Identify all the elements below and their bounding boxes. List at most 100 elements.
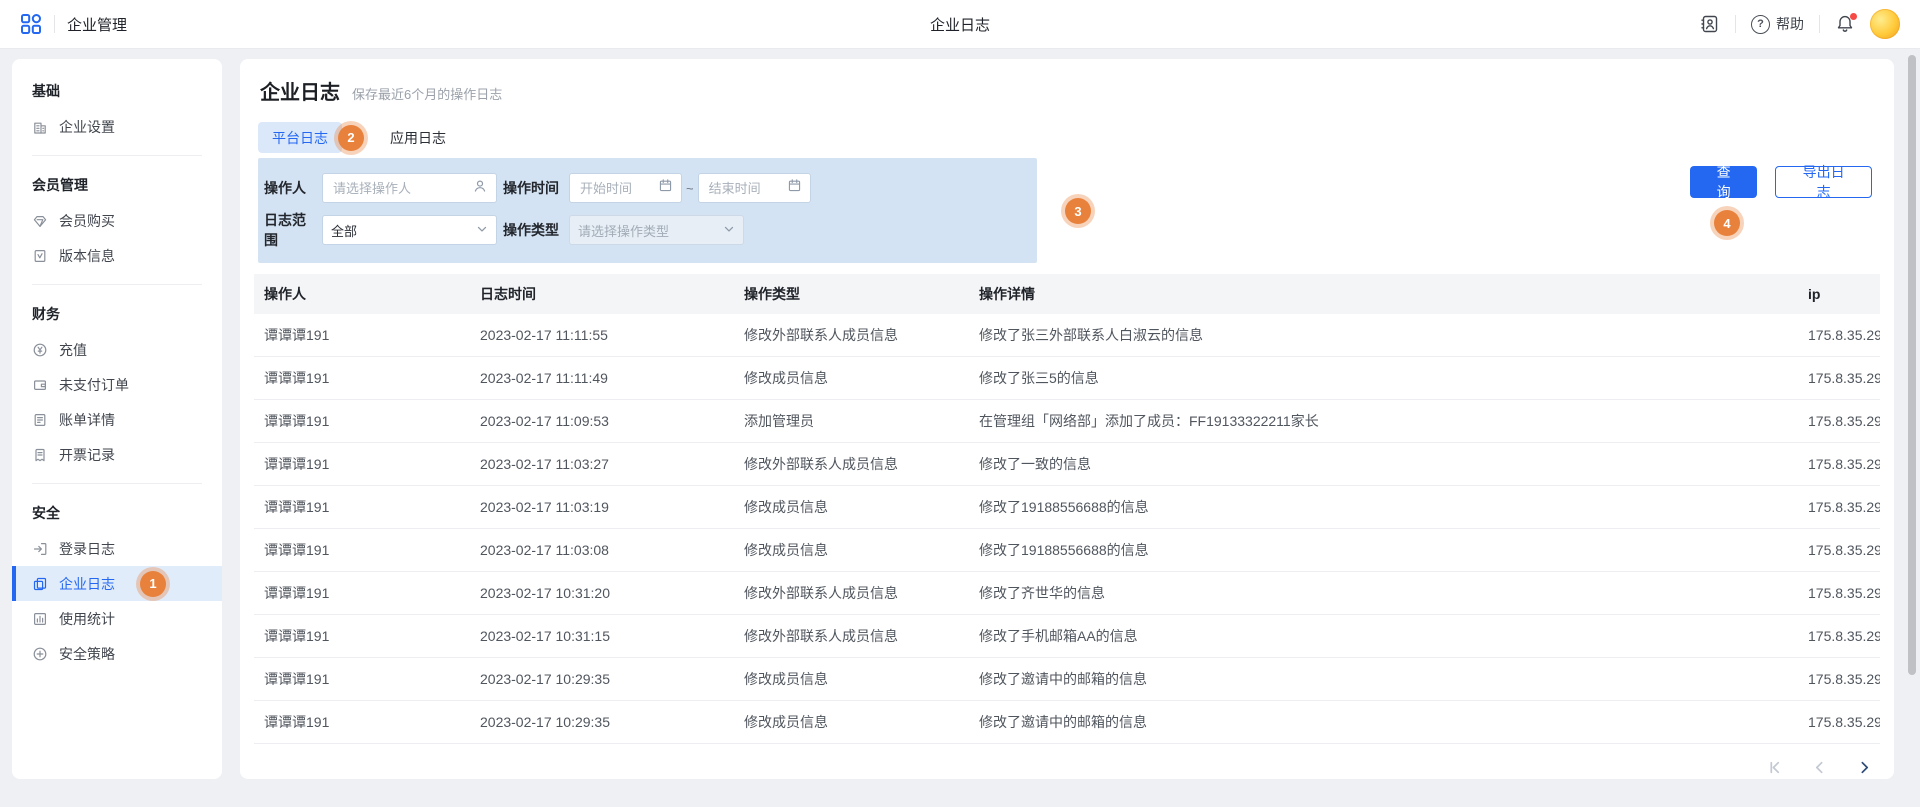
filter-section: 操作人 操作时间 ~	[258, 158, 1880, 258]
end-time-input[interactable]	[698, 173, 811, 203]
table-row: 谭谭谭1912023-02-17 11:11:49修改成员信息修改了张三5的信息…	[254, 357, 1880, 400]
cell-operator: 谭谭谭191	[254, 357, 470, 400]
annotation-badge-2: 2	[338, 125, 364, 151]
tab-platform-log[interactable]: 平台日志 2	[258, 122, 342, 153]
cell-log-time: 2023-02-17 10:31:15	[470, 615, 734, 658]
operation-type-select[interactable]: 请选择操作类型	[569, 215, 744, 245]
cell-operation-detail: 修改了齐世华的信息	[969, 572, 1798, 615]
help-button[interactable]: ? 帮助	[1751, 14, 1804, 34]
cell-ip: 175.8.35.29	[1798, 400, 1880, 443]
gem-icon	[32, 213, 48, 229]
filter-row-2: 日志范围 全部 操作类型 请选择操作类型	[264, 210, 1037, 250]
sidebar-item-label: 使用统计	[59, 609, 115, 629]
tab-app-log[interactable]: 应用日志	[376, 122, 460, 153]
sidebar-item-label: 企业日志	[59, 574, 115, 594]
cell-operation-type: 添加管理员	[734, 400, 969, 443]
sidebar-item-enterprise-log[interactable]: 企业日志 1	[12, 566, 222, 601]
chevron-down-icon	[476, 223, 488, 238]
cell-operation-type: 修改成员信息	[734, 357, 969, 400]
tab-label: 应用日志	[390, 128, 446, 148]
cell-operator: 谭谭谭191	[254, 615, 470, 658]
cell-operation-detail: 修改了邀请中的邮箱的信息	[969, 701, 1798, 744]
top-bar: 企业管理 企业日志 ? 帮助	[0, 0, 1920, 49]
range-separator: ~	[686, 181, 694, 196]
log-scope-select[interactable]: 全部	[322, 215, 497, 245]
version-icon	[32, 248, 48, 264]
type-label: 操作类型	[503, 220, 563, 240]
sidebar-item-label: 会员购买	[59, 211, 115, 231]
start-time-input[interactable]	[569, 173, 682, 203]
cell-ip: 175.8.35.29	[1798, 615, 1880, 658]
divider	[54, 15, 55, 33]
table-header-row: 操作人日志时间操作类型操作详情ip	[254, 274, 1880, 314]
calendar-icon	[787, 178, 802, 198]
sidebar-item-recharge[interactable]: 充值	[12, 332, 222, 367]
enterprise-log-icon	[32, 576, 48, 592]
main-title: 企业日志	[260, 76, 340, 105]
cell-ip: 175.8.35.29	[1798, 658, 1880, 701]
table-row: 谭谭谭1912023-02-17 10:31:15修改外部联系人成员信息修改了手…	[254, 615, 1880, 658]
cell-ip: 175.8.35.29	[1798, 314, 1880, 357]
sidebar-divider	[32, 155, 202, 156]
cell-operator: 谭谭谭191	[254, 486, 470, 529]
prev-page-button[interactable]	[1812, 760, 1827, 775]
end-time-field[interactable]	[707, 180, 781, 197]
operation-type-placeholder: 请选择操作类型	[578, 221, 669, 240]
table-row: 谭谭谭1912023-02-17 11:09:53添加管理员在管理组「网络部」添…	[254, 400, 1880, 443]
cell-log-time: 2023-02-17 11:03:27	[470, 443, 734, 486]
cell-operation-detail: 修改了19188556688的信息	[969, 486, 1798, 529]
content-layout: 基础企业设置会员管理会员购买版本信息财务充值未支付订单账单详情开票记录安全登录日…	[0, 49, 1920, 788]
cell-log-time: 2023-02-17 10:29:35	[470, 658, 734, 701]
sidebar-item-enterprise-settings[interactable]: 企业设置	[12, 109, 222, 144]
sidebar-item-usage-stats[interactable]: 使用统计	[12, 601, 222, 636]
cell-operation-detail: 修改了张三5的信息	[969, 357, 1798, 400]
divider	[1735, 15, 1736, 33]
sidebar-section-title: 安全	[12, 495, 222, 531]
cell-operation-detail: 修改了张三外部联系人白淑云的信息	[969, 314, 1798, 357]
login-log-icon	[32, 541, 48, 557]
topbar-left: 企业管理	[20, 13, 127, 35]
col-header-operation-detail: 操作详情	[969, 274, 1798, 314]
page-title: 企业日志	[930, 14, 990, 35]
question-circle-icon: ?	[1751, 15, 1770, 34]
log-table: 操作人日志时间操作类型操作详情ip 谭谭谭1912023-02-17 11:11…	[254, 274, 1880, 744]
window-scrollbar[interactable]	[1908, 55, 1916, 675]
annotation-badge-1: 1	[140, 571, 166, 597]
export-log-button[interactable]: 导出日志	[1775, 166, 1872, 198]
next-page-button[interactable]	[1857, 760, 1872, 775]
sidebar-item-version-info[interactable]: 版本信息	[12, 238, 222, 273]
recharge-icon	[32, 342, 48, 358]
operator-input-field[interactable]	[331, 180, 466, 197]
log-scope-value: 全部	[331, 221, 357, 240]
filter-panel: 操作人 操作时间 ~	[258, 158, 1037, 263]
contacts-icon[interactable]	[1700, 14, 1720, 34]
cell-log-time: 2023-02-17 11:03:19	[470, 486, 734, 529]
sidebar-item-invoice-records[interactable]: 开票记录	[12, 437, 222, 472]
cell-operation-detail: 在管理组「网络部」添加了成员：FF19133322211家长	[969, 400, 1798, 443]
sidebar-item-member-purchase[interactable]: 会员购买	[12, 203, 222, 238]
start-time-field[interactable]	[578, 180, 652, 197]
query-button[interactable]: 查询	[1690, 166, 1757, 198]
first-page-button[interactable]	[1767, 760, 1782, 775]
table-row: 谭谭谭1912023-02-17 11:11:55修改外部联系人成员信息修改了张…	[254, 314, 1880, 357]
sidebar-item-unpaid-orders[interactable]: 未支付订单	[12, 367, 222, 402]
cell-log-time: 2023-02-17 11:11:55	[470, 314, 734, 357]
sidebar-item-login-log[interactable]: 登录日志	[12, 531, 222, 566]
cell-operation-type: 修改外部联系人成员信息	[734, 443, 969, 486]
sidebar-item-bill-details[interactable]: 账单详情	[12, 402, 222, 437]
cell-log-time: 2023-02-17 10:29:35	[470, 701, 734, 744]
table-row: 谭谭谭1912023-02-17 10:31:20修改外部联系人成员信息修改了齐…	[254, 572, 1880, 615]
help-label: 帮助	[1776, 14, 1804, 34]
cell-ip: 175.8.35.29	[1798, 701, 1880, 744]
cell-operator: 谭谭谭191	[254, 400, 470, 443]
sidebar-item-label: 开票记录	[59, 445, 115, 465]
chevron-down-icon	[723, 223, 735, 238]
user-avatar[interactable]	[1870, 9, 1900, 39]
scope-label: 日志范围	[264, 210, 316, 250]
bill-icon	[32, 412, 48, 428]
bell-icon[interactable]	[1835, 14, 1855, 34]
operator-input[interactable]	[322, 173, 497, 203]
main-subtitle: 保存最近6个月的操作日志	[352, 84, 502, 103]
sidebar-item-security-policy[interactable]: 安全策略	[12, 636, 222, 671]
apps-grid-icon[interactable]	[20, 13, 42, 35]
